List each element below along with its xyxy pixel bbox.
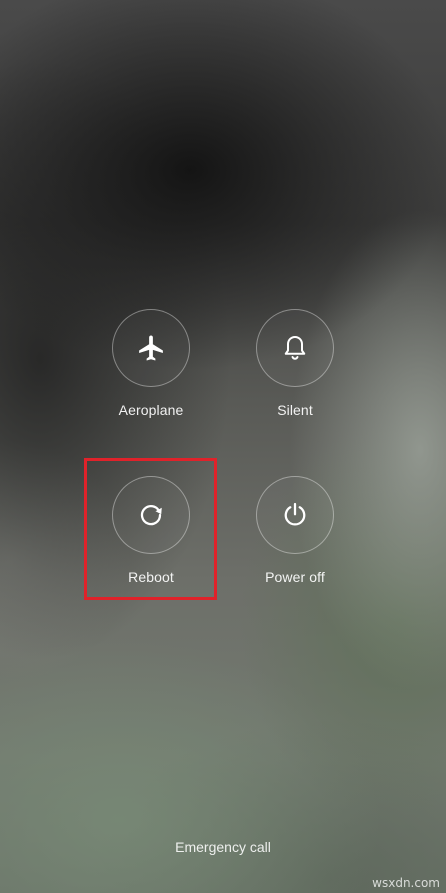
- reboot-button[interactable]: [112, 476, 190, 554]
- airplane-icon: [139, 335, 163, 361]
- bell-icon: [284, 336, 306, 360]
- emergency-call-button[interactable]: Emergency call: [0, 839, 446, 855]
- reboot-tile[interactable]: Reboot: [96, 476, 206, 585]
- blurred-wallpaper-background: [0, 0, 446, 893]
- reboot-icon: [140, 505, 162, 526]
- power-off-button[interactable]: [256, 476, 334, 554]
- silent-tile[interactable]: Silent: [240, 309, 350, 418]
- power-off-tile[interactable]: Power off: [240, 476, 350, 585]
- power-off-label: Power off: [265, 569, 325, 585]
- reboot-label: Reboot: [128, 569, 174, 585]
- power-icon: [284, 502, 306, 526]
- aeroplane-tile[interactable]: Aeroplane: [96, 309, 206, 418]
- aeroplane-button[interactable]: [112, 309, 190, 387]
- aeroplane-label: Aeroplane: [118, 402, 184, 418]
- silent-label: Silent: [277, 402, 313, 418]
- silent-button[interactable]: [256, 309, 334, 387]
- watermark-text: wsxdn.com: [372, 876, 440, 890]
